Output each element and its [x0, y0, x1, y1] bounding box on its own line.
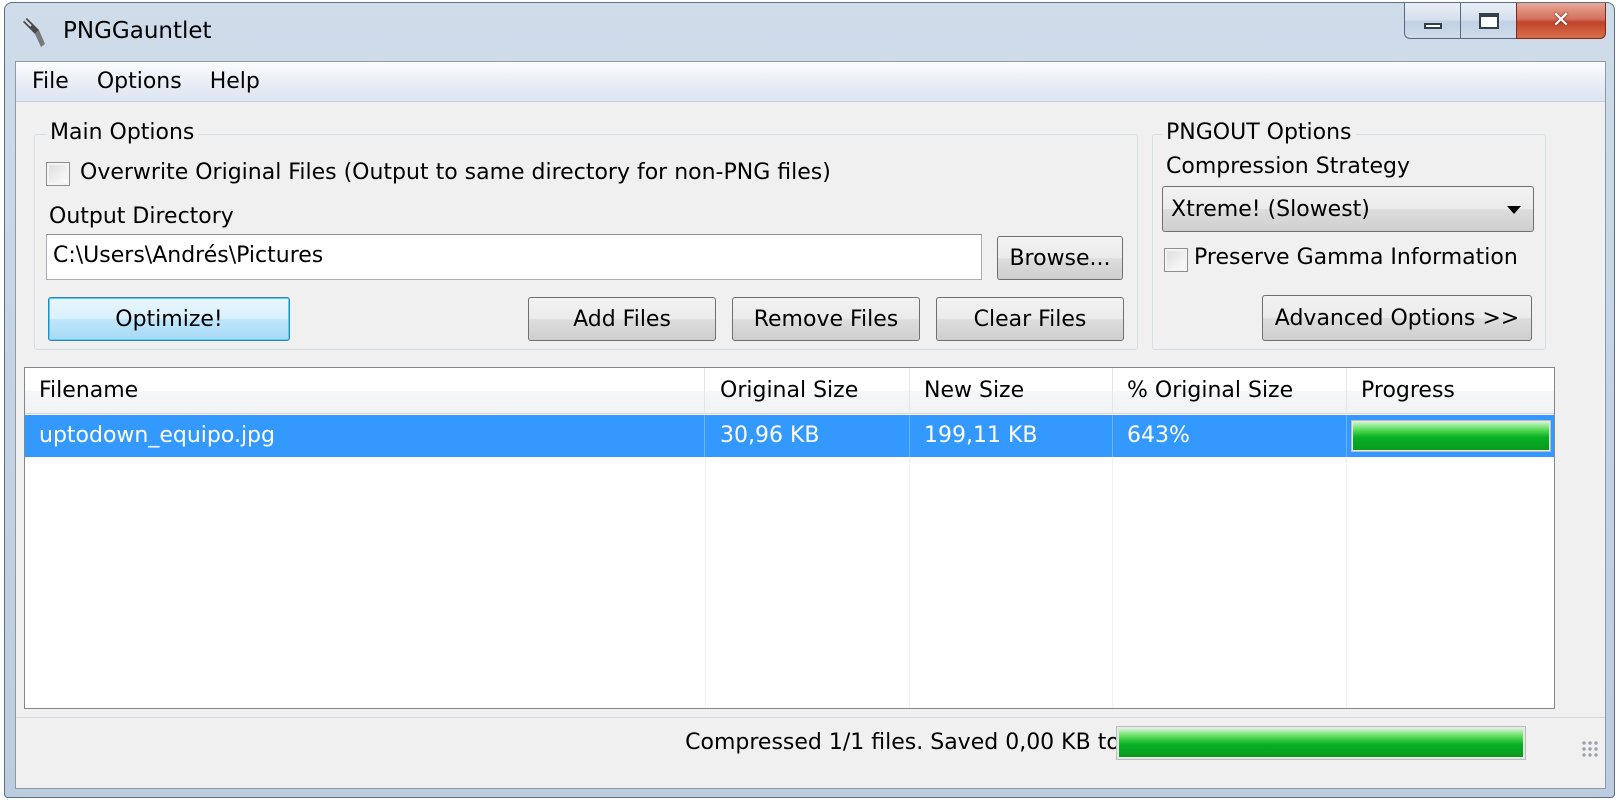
column-divider: [909, 457, 910, 708]
menu-file[interactable]: File: [16, 62, 83, 102]
close-icon: ✕: [1551, 8, 1571, 33]
minimize-icon: [1423, 22, 1442, 29]
maximize-button[interactable]: [1460, 3, 1516, 39]
column-percent-original-size[interactable]: % Original Size: [1113, 368, 1347, 414]
clear-files-button[interactable]: Clear Files: [936, 297, 1124, 341]
cell-new-size: 199,11 KB: [910, 415, 1113, 457]
menu-options[interactable]: Options: [83, 62, 196, 102]
output-directory-input[interactable]: C:\Users\Andrés\Pictures: [46, 234, 982, 280]
compression-strategy-value: Xtreme! (Slowest): [1171, 196, 1370, 222]
chevron-down-icon: [1507, 206, 1521, 214]
preserve-gamma-label[interactable]: Preserve Gamma Information: [1194, 245, 1518, 270]
column-new-size[interactable]: New Size: [910, 368, 1113, 414]
row-progress-fill: [1353, 422, 1549, 450]
window-title: PNGGauntlet: [63, 18, 212, 44]
overwrite-checkbox[interactable]: [46, 162, 70, 186]
output-directory-label: Output Directory: [49, 204, 234, 229]
app-window: PNGGauntlet ✕ File Options Help Main Opt…: [4, 2, 1615, 798]
remove-files-button[interactable]: Remove Files: [732, 297, 920, 341]
maximize-icon: [1478, 12, 1499, 29]
cell-original-size: 30,96 KB: [706, 415, 910, 457]
compression-strategy-label: Compression Strategy: [1166, 154, 1411, 179]
optimize-button[interactable]: Optimize!: [48, 297, 290, 341]
column-filename[interactable]: Filename: [25, 368, 705, 414]
browse-button[interactable]: Browse...: [997, 236, 1123, 280]
cell-filename: uptodown_equipo.jpg: [25, 415, 705, 457]
preserve-gamma-checkbox[interactable]: [1164, 248, 1188, 272]
pngout-options-legend: PNGOUT Options: [1162, 120, 1356, 145]
status-progress-fill: [1119, 729, 1523, 757]
column-progress[interactable]: Progress: [1347, 368, 1554, 414]
status-progress-bar: [1116, 726, 1526, 760]
column-divider: [705, 457, 706, 708]
add-files-button[interactable]: Add Files: [528, 297, 716, 341]
overwrite-label[interactable]: Overwrite Original Files (Output to same…: [80, 160, 831, 185]
window-controls: ✕: [1404, 3, 1606, 39]
table-row[interactable]: uptodown_equipo.jpg 30,96 KB 199,11 KB 6…: [25, 415, 1554, 457]
resize-grip-icon[interactable]: [1581, 740, 1599, 758]
status-text: Compressed 1/1 files. Saved 0,00 KB tota…: [685, 730, 1155, 755]
file-list[interactable]: Filename Original Size New Size % Origin…: [24, 367, 1555, 709]
cell-percent: 643%: [1113, 415, 1347, 457]
column-divider: [1346, 457, 1347, 708]
compression-strategy-select[interactable]: Xtreme! (Slowest): [1162, 186, 1534, 232]
minimize-button[interactable]: [1404, 3, 1460, 39]
status-bar: Compressed 1/1 files. Saved 0,00 KB tota…: [16, 717, 1605, 788]
menu-bar: File Options Help: [16, 62, 1605, 102]
title-bar[interactable]: PNGGauntlet ✕: [5, 3, 1614, 61]
row-progress-bar: [1351, 420, 1551, 452]
file-list-header: Filename Original Size New Size % Origin…: [25, 368, 1554, 414]
pen-nib-icon: [23, 18, 45, 47]
menu-help[interactable]: Help: [196, 62, 274, 102]
column-divider: [1112, 457, 1113, 708]
client-area: File Options Help Main Options Overwrite…: [15, 61, 1606, 789]
column-original-size[interactable]: Original Size: [706, 368, 910, 414]
main-options-legend: Main Options: [46, 120, 199, 145]
advanced-options-button[interactable]: Advanced Options >>: [1262, 295, 1532, 341]
close-button[interactable]: ✕: [1516, 3, 1606, 39]
